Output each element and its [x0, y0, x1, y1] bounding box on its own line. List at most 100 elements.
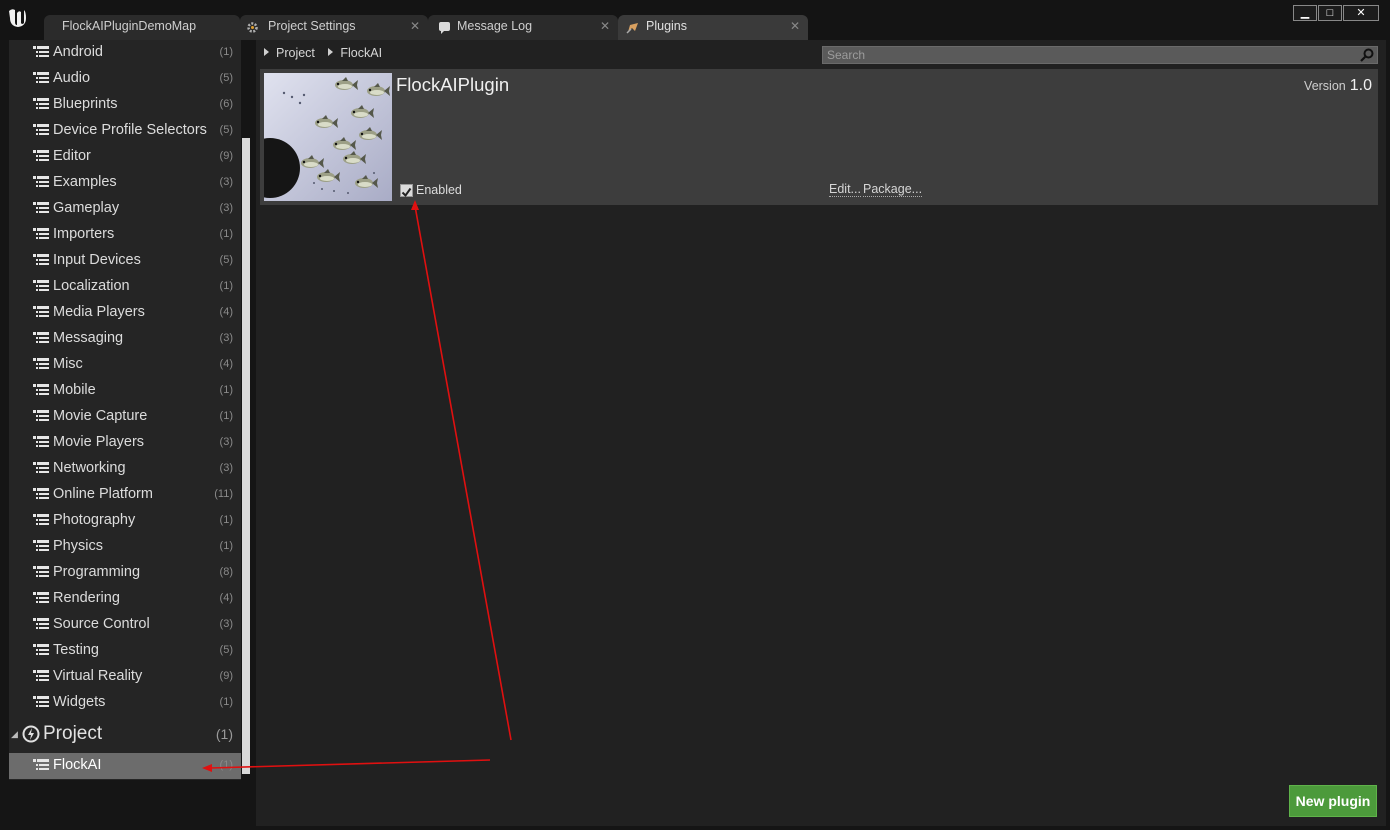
sidebar-item-examples[interactable]: Examples (3)	[9, 170, 241, 196]
list-tree-icon	[33, 254, 49, 265]
sidebar-item-input-devices[interactable]: Input Devices (5)	[9, 248, 241, 274]
sidebar-item-label: Physics	[53, 538, 103, 554]
package-link[interactable]: Package...	[863, 182, 923, 197]
list-tree-icon	[33, 124, 49, 135]
sidebar-item-online-platform[interactable]: Online Platform (11)	[9, 482, 241, 508]
category-sidebar: Android (1) Audio (5) Blueprints (6) Device Pr…	[9, 40, 241, 780]
version-number: 1.0	[1349, 77, 1372, 94]
title-bar: FlockAIPluginDemoMap Project Settings ✕ …	[0, 0, 1390, 40]
edit-link[interactable]: Edit...	[829, 182, 861, 197]
search-box[interactable]	[822, 46, 1378, 64]
tab-plugins[interactable]: Plugins ✕	[618, 15, 808, 40]
sidebar-item-mobile[interactable]: Mobile (1)	[9, 378, 241, 404]
sidebar-item-label: Mobile	[53, 382, 96, 398]
maximize-button[interactable]: □	[1318, 5, 1342, 21]
sidebar-item-testing[interactable]: Testing (5)	[9, 638, 241, 664]
collapse-triangle-icon[interactable]: ◢	[11, 729, 18, 740]
list-tree-icon	[33, 280, 49, 291]
sidebar-item-count: (6)	[219, 98, 233, 110]
list-tree-icon	[33, 202, 49, 213]
sidebar-item-count: (5)	[219, 254, 233, 266]
sidebar-item-label: Input Devices	[53, 252, 141, 268]
sidebar-item-label: Blueprints	[53, 96, 118, 112]
sidebar-item-label: Examples	[53, 174, 117, 190]
sidebar-item-android[interactable]: Android (1)	[9, 40, 241, 66]
sidebar-item-importers[interactable]: Importers (1)	[9, 222, 241, 248]
list-tree-icon	[33, 759, 49, 770]
project-category-header[interactable]: ◢ Project (1)	[9, 720, 241, 748]
sidebar-item-label: FlockAI	[53, 757, 102, 773]
sidebar-item-widgets[interactable]: Widgets (1)	[9, 690, 241, 716]
list-tree-icon	[33, 306, 49, 317]
list-tree-icon	[33, 462, 49, 473]
sidebar-item-label: Android	[53, 44, 103, 60]
sidebar-item-label: Media Players	[53, 304, 145, 320]
list-tree-icon	[33, 488, 49, 499]
sidebar-item-virtual-reality[interactable]: Virtual Reality (9)	[9, 664, 241, 690]
sidebar-item-count: (1)	[219, 410, 233, 422]
search-icon[interactable]	[1360, 48, 1374, 62]
close-window-button[interactable]: ✕	[1343, 5, 1379, 21]
breadcrumb-arrow-icon	[328, 48, 334, 56]
sidebar-item-misc[interactable]: Misc (4)	[9, 352, 241, 378]
tab-project-settings[interactable]: Project Settings ✕	[240, 15, 428, 40]
sidebar-item-count: (8)	[219, 566, 233, 578]
sidebar-item-blueprints[interactable]: Blueprints (6)	[9, 92, 241, 118]
checkmark-icon	[401, 187, 412, 198]
sidebar-item-editor[interactable]: Editor (9)	[9, 144, 241, 170]
sidebar-item-count: (1)	[219, 280, 233, 292]
sidebar-item-movie-capture[interactable]: Movie Capture (1)	[9, 404, 241, 430]
version-label: Version	[1304, 79, 1346, 93]
list-tree-icon	[33, 150, 49, 161]
plugin-thumbnail	[264, 73, 392, 201]
sidebar-item-label: Gameplay	[53, 200, 120, 216]
tab-label: FlockAIPluginDemoMap	[62, 19, 197, 33]
list-tree-icon	[33, 410, 49, 421]
sidebar-item-source-control[interactable]: Source Control (3)	[9, 612, 241, 638]
sidebar-item-label: Testing	[53, 642, 99, 658]
close-icon[interactable]: ✕	[410, 19, 420, 33]
sidebar-item-flockai[interactable]: FlockAI (1)	[9, 753, 241, 779]
sidebar-item-label: Localization	[53, 278, 130, 294]
sidebar-item-count: (9)	[219, 150, 233, 162]
sidebar-scrollbar-thumb[interactable]	[242, 138, 250, 774]
breadcrumb-project[interactable]: Project	[276, 46, 315, 60]
sidebar-item-messaging[interactable]: Messaging (3)	[9, 326, 241, 352]
sidebar-item-label: Editor	[53, 148, 91, 164]
sidebar-item-gameplay[interactable]: Gameplay (3)	[9, 196, 241, 222]
sidebar-item-programming[interactable]: Programming (8)	[9, 560, 241, 586]
enabled-checkbox[interactable]	[400, 184, 413, 198]
sidebar-item-networking[interactable]: Networking (3)	[9, 456, 241, 482]
breadcrumb: Project FlockAI	[262, 46, 382, 60]
unreal-logo-icon[interactable]	[6, 6, 30, 30]
settings-icon	[247, 22, 258, 33]
sidebar-item-rendering[interactable]: Rendering (4)	[9, 586, 241, 612]
list-tree-icon	[33, 228, 49, 239]
sidebar-item-count: (5)	[219, 72, 233, 84]
tab-flockai-demo-map[interactable]: FlockAIPluginDemoMap	[44, 15, 240, 40]
sidebar-item-media-players[interactable]: Media Players (4)	[9, 300, 241, 326]
tab-message-log[interactable]: Message Log ✕	[428, 15, 618, 40]
sidebar-item-localization[interactable]: Localization (1)	[9, 274, 241, 300]
minimize-button[interactable]: ▁	[1293, 5, 1317, 21]
list-tree-icon	[33, 332, 49, 343]
sidebar-item-physics[interactable]: Physics (1)	[9, 534, 241, 560]
sidebar-item-audio[interactable]: Audio (5)	[9, 66, 241, 92]
sidebar-item-movie-players[interactable]: Movie Players (3)	[9, 430, 241, 456]
tab-label: Project Settings	[268, 19, 356, 33]
plugin-card: FlockAIPlugin Version 1.0 Enabled Edit...…	[260, 69, 1378, 205]
sidebar-item-label: Audio	[53, 70, 91, 86]
search-input[interactable]	[827, 47, 1347, 63]
plugin-icon	[626, 23, 638, 34]
sidebar-item-count: (3)	[219, 618, 233, 630]
sidebar-item-label: Networking	[53, 460, 126, 476]
message-log-icon	[439, 22, 450, 34]
close-icon[interactable]: ✕	[790, 19, 800, 33]
sidebar-item-count: (1)	[219, 384, 233, 396]
project-category-label: Project	[43, 723, 103, 744]
sidebar-item-photography[interactable]: Photography (1)	[9, 508, 241, 534]
breadcrumb-flockai[interactable]: FlockAI	[340, 46, 382, 60]
close-icon[interactable]: ✕	[600, 19, 610, 33]
sidebar-item-device-profile-selectors[interactable]: Device Profile Selectors (5)	[9, 118, 241, 144]
new-plugin-button[interactable]: New plugin	[1289, 785, 1377, 817]
